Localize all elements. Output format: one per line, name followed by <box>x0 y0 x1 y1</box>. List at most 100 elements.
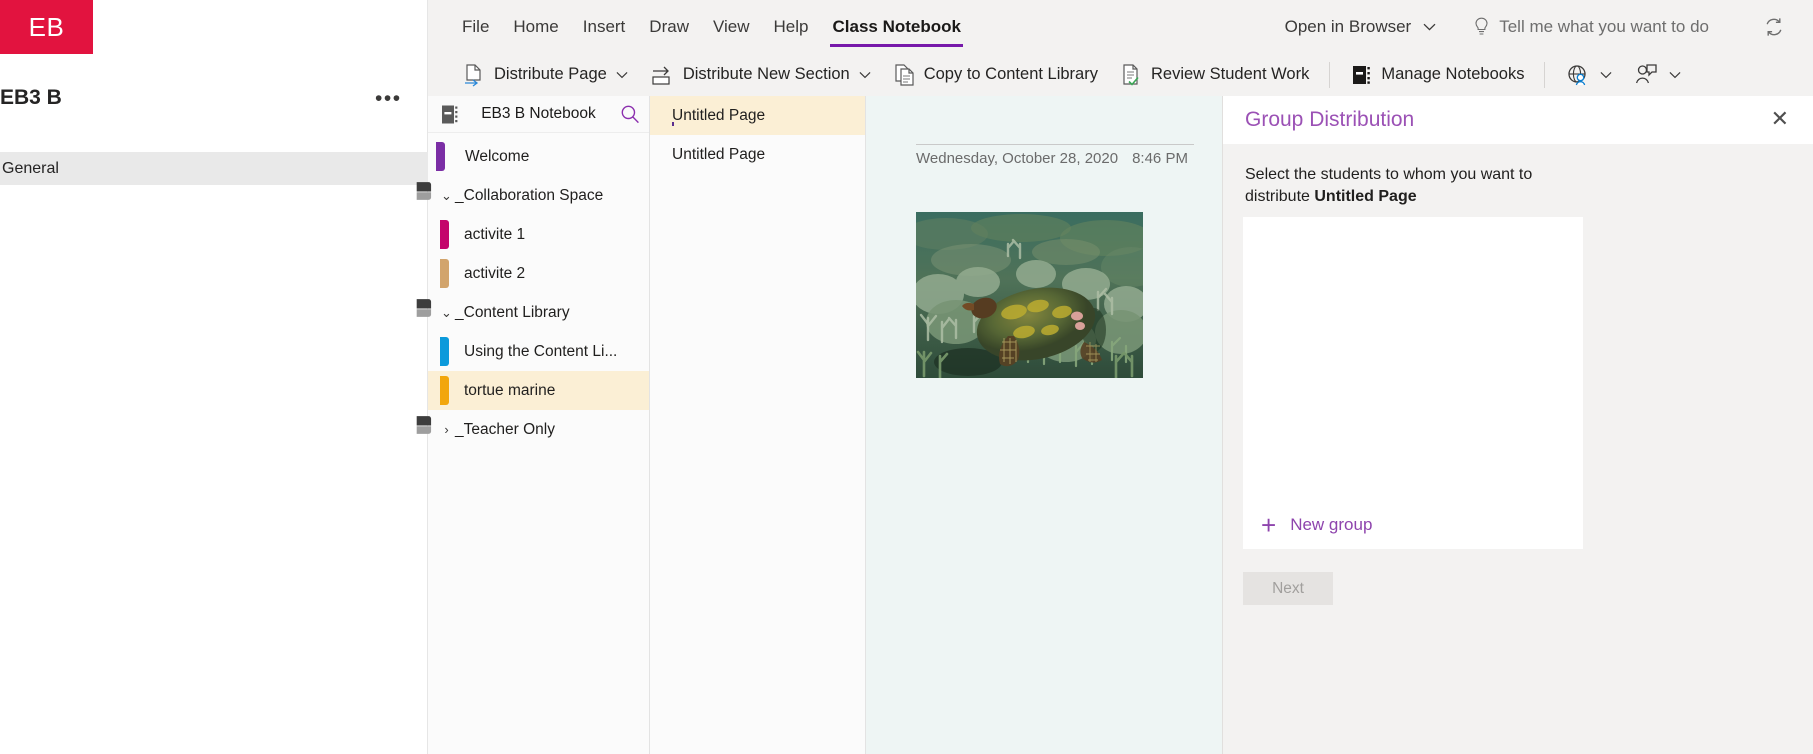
open-in-browser-button[interactable]: Open in Browser <box>1275 11 1447 43</box>
section-label: Welcome <box>465 147 530 165</box>
team-title: EB3 B <box>0 86 62 109</box>
tell-me-search[interactable]: Tell me what you want to do <box>1464 11 1719 43</box>
chevron-down-icon[interactable]: ⌄ <box>438 188 455 204</box>
ribbon-right-group: Open in Browser Tell me what you want to… <box>1275 11 1813 43</box>
page-item[interactable]: Untitled Page <box>650 135 865 174</box>
section-list: Welcome ⌄ _Collaboration Space activite … <box>416 133 649 449</box>
section-label: activite 1 <box>464 225 526 243</box>
lightbulb-icon <box>1475 17 1488 35</box>
page-canvas[interactable]: Wednesday, October 28, 2020 8:46 PM <box>866 96 1222 754</box>
copy-to-content-library-label: Copy to Content Library <box>923 65 1098 83</box>
team-avatar-initials: EB <box>28 11 65 42</box>
toolbar-divider <box>1329 61 1331 88</box>
notebook-name: EB3 B Notebook <box>481 105 596 122</box>
section-color-tab <box>440 220 449 249</box>
section-color-tab <box>440 376 449 405</box>
chevron-down-icon <box>859 71 871 78</box>
tab-view[interactable]: View <box>701 11 762 43</box>
section-item-welcome[interactable]: Welcome <box>428 137 649 176</box>
page-date-text: Wednesday, October 28, 2020 <box>916 150 1119 167</box>
page-list: Untitled Page Untitled Page <box>650 96 866 754</box>
channel-item-general[interactable]: General <box>0 152 428 185</box>
chevron-down-icon <box>1600 71 1612 78</box>
page-title: Untitled Page <box>672 106 766 124</box>
tab-insert[interactable]: Insert <box>571 11 638 43</box>
teams-left-pane: EB EB3 B ••• General <box>0 0 428 754</box>
section-color-tab <box>436 142 445 171</box>
group-list-box[interactable]: + New group <box>1243 217 1583 549</box>
plus-icon: + <box>1261 510 1277 540</box>
work-area: EB3 B Notebook Welcome ⌄ _Collaboration … <box>416 96 1813 754</box>
globe-person-icon <box>1568 64 1587 85</box>
section-color-tab <box>440 337 449 366</box>
page-image-sea-turtle[interactable] <box>916 212 1143 378</box>
sea-turtle-coral-reef-photo <box>916 212 1143 378</box>
distribute-page-icon <box>465 63 481 87</box>
class-notebook-command-bar: Distribute Page Distribute New Section C… <box>428 53 1813 96</box>
section-item-activite-2[interactable]: activite 2 <box>428 254 649 293</box>
distribute-new-section-label: Distribute New Section <box>682 65 850 83</box>
page-title-divider <box>916 144 1194 145</box>
team-avatar: EB <box>0 0 93 54</box>
page-title: Untitled Page <box>672 145 766 163</box>
page-timestamp: Wednesday, October 28, 2020 8:46 PM <box>916 150 1188 167</box>
page-item[interactable]: Untitled Page <box>650 96 865 135</box>
tab-help[interactable]: Help <box>762 11 821 43</box>
tell-me-placeholder: Tell me what you want to do <box>1499 16 1709 36</box>
text-cursor-marker <box>672 122 674 126</box>
sync-icon <box>1766 17 1782 36</box>
section-group-label: _Teacher Only <box>455 420 555 438</box>
channel-label: General <box>2 159 59 177</box>
web-share-button[interactable] <box>1554 58 1623 92</box>
instruction-target-page: Untitled Page <box>1314 188 1417 205</box>
section-group-icon <box>416 416 432 434</box>
group-distribution-header: Group Distribution ✕ <box>1223 96 1813 144</box>
review-student-work-label: Review Student Work <box>1150 65 1310 83</box>
notebook-search-button[interactable] <box>620 104 640 124</box>
section-group-content-library[interactable]: ⌄ _Content Library <box>416 293 649 332</box>
group-distribution-title: Group Distribution <box>1245 108 1415 131</box>
tab-class-notebook[interactable]: Class Notebook <box>820 11 972 47</box>
chevron-down-icon <box>1423 23 1436 31</box>
group-distribution-pane: Group Distribution ✕ Select the students… <box>1222 96 1813 754</box>
team-more-options-button[interactable]: ••• <box>375 88 402 109</box>
section-label: Using the Content Li... <box>464 342 618 360</box>
people-chat-button[interactable] <box>1623 58 1692 92</box>
new-group-button[interactable]: + New group <box>1243 501 1583 549</box>
manage-notebooks-label: Manage Notebooks <box>1381 65 1525 83</box>
section-group-icon <box>416 182 432 200</box>
distribute-page-button[interactable]: Distribute Page <box>452 58 639 92</box>
next-button[interactable]: Next <box>1243 572 1333 605</box>
manage-notebooks-button[interactable]: Manage Notebooks <box>1339 58 1535 92</box>
section-group-teacher-only[interactable]: › _Teacher Only <box>416 410 649 449</box>
chevron-right-icon[interactable]: › <box>438 422 455 437</box>
section-color-tab <box>440 259 449 288</box>
section-label: tortue marine <box>464 381 556 399</box>
section-group-label: _Content Library <box>455 303 570 321</box>
toolbar-divider <box>1544 61 1546 88</box>
manage-notebooks-icon <box>1353 65 1371 84</box>
section-group-collaboration-space[interactable]: ⌄ _Collaboration Space <box>416 176 649 215</box>
review-student-work-button[interactable]: Review Student Work <box>1109 58 1320 92</box>
distribute-new-section-button[interactable]: Distribute New Section <box>639 58 882 92</box>
distribute-new-section-icon <box>652 66 670 85</box>
open-in-browser-label: Open in Browser <box>1284 16 1412 36</box>
chevron-down-icon <box>1669 71 1681 78</box>
notebook-section-nav: EB3 B Notebook Welcome ⌄ _Collaboration … <box>416 96 650 754</box>
chevron-down-icon[interactable]: ⌄ <box>438 305 455 321</box>
tab-home[interactable]: Home <box>501 11 570 43</box>
chevron-down-icon <box>616 71 628 78</box>
person-chat-icon <box>1636 63 1658 83</box>
tab-file[interactable]: File <box>450 11 501 43</box>
ribbon-tab-bar: File Home Insert Draw View Help Class No… <box>428 0 1813 53</box>
section-item-tortue-marine[interactable]: tortue marine <box>428 371 649 410</box>
tab-draw[interactable]: Draw <box>637 11 701 43</box>
close-icon[interactable]: ✕ <box>1771 108 1789 130</box>
copy-to-content-library-button[interactable]: Copy to Content Library <box>882 58 1109 92</box>
section-item-using-the-content-library[interactable]: Using the Content Li... <box>428 332 649 371</box>
copy-to-content-library-icon <box>895 63 914 86</box>
review-student-work-icon <box>1123 63 1139 86</box>
onenote-window: File Home Insert Draw View Help Class No… <box>416 0 1813 754</box>
section-item-activite-1[interactable]: activite 1 <box>428 215 649 254</box>
sync-button[interactable] <box>1763 16 1785 38</box>
